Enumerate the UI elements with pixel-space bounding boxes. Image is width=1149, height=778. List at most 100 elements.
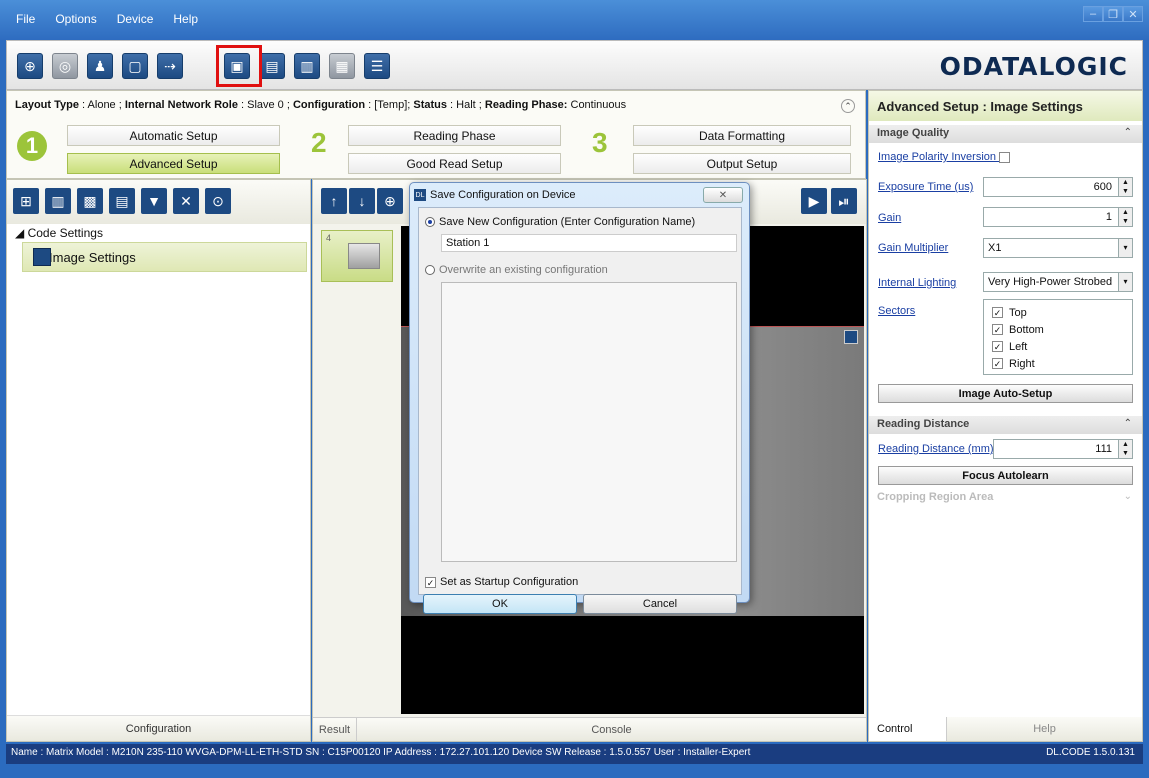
arrow-down-icon[interactable]: ↓ [349,188,375,214]
internal-lighting-select[interactable]: Very High-Power Strobed ▾ [983,272,1133,292]
tab-control[interactable]: Control [869,717,947,741]
menu-help[interactable]: Help [163,0,208,40]
exposure-input[interactable]: 600 ▲ ▼ [983,177,1133,197]
step-2-badge: 2 [311,127,327,158]
cancel-button[interactable]: Cancel [583,594,737,614]
window-controls: – ❐ ✕ [1083,6,1143,22]
spinner-icon[interactable]: ▲ ▼ [1118,440,1132,458]
spinner-icon[interactable]: ▲ ▼ [1118,208,1132,226]
reading-phase-button[interactable]: Reading Phase [348,125,561,146]
save-new-radio[interactable]: Save New Configuration (Enter Configurat… [425,216,695,228]
chevron-up-icon: ⌃ [1123,418,1132,429]
radio-selected-icon [425,217,435,227]
configuration-value: : [Temp]; [365,99,414,111]
sector-checkbox[interactable]: ✓ [992,307,1003,318]
startup-checkbox-row[interactable]: ✓ Set as Startup Configuration [425,576,578,588]
sector-label: Top [1009,306,1027,319]
tab-console[interactable]: Console [357,718,866,742]
step-3-badge: 3 [592,127,608,158]
close-icon[interactable]: ✕ [1123,6,1143,22]
app-version: DL.CODE 1.5.0.131 [1046,747,1135,758]
dialog-body: Save New Configuration (Enter Configurat… [418,207,742,614]
arrow-up-icon[interactable]: ↑ [321,188,347,214]
data-formatting-button[interactable]: Data Formatting [633,125,851,146]
reading-distance-input[interactable]: 111 ▲ ▼ [993,439,1133,459]
sector-checkbox[interactable]: ✓ [992,358,1003,369]
section-cropping-label: Cropping Region Area [877,491,994,503]
close-icon[interactable]: ✕ [703,187,743,203]
section-reading-distance[interactable]: Reading Distance ⌃ [869,416,1142,434]
gain-input[interactable]: 1 ▲ ▼ [983,207,1133,227]
sector-item[interactable]: ✓ Right [992,355,1124,372]
user-icon[interactable]: ♟ [87,53,113,79]
delete-icon[interactable]: ✕ [173,188,199,214]
tab-result[interactable]: Result [313,718,357,742]
minimize-icon[interactable]: – [1083,6,1103,22]
maximize-icon[interactable]: ❐ [1103,6,1123,22]
image-icon[interactable]: ▦ [329,53,355,79]
section-image-quality[interactable]: Image Quality ⌃ [869,125,1142,143]
step-play-icon[interactable]: ⏯ [831,188,857,214]
postal-code-icon[interactable]: ▤ [109,188,135,214]
menu-device[interactable]: Device [107,0,164,40]
tree-code-settings[interactable]: ◢ Code Settings [15,226,103,240]
layout-type-value: : Alone ; [78,99,125,111]
settings-icon[interactable]: ☰ [364,53,390,79]
tree-item-image-settings[interactable]: Image Settings [22,242,307,272]
sector-checkbox[interactable]: ✓ [992,324,1003,335]
collapse-icon[interactable]: ⌃ [841,99,855,113]
section-cropping-region[interactable]: Cropping Region Area ⌄ [869,489,1142,507]
image-auto-setup-button[interactable]: Image Auto-Setup [878,384,1133,403]
sector-item[interactable]: ✓ Top [992,304,1124,321]
filter-icon[interactable]: ▼ [141,188,167,214]
sector-label: Bottom [1009,323,1044,336]
section-reading-distance-label: Reading Distance [877,418,970,430]
datamatrix-icon[interactable]: ▩ [77,188,103,214]
target-icon[interactable]: ⊕ [17,53,43,79]
reading-distance-value: 111 [1095,443,1112,455]
window-icon[interactable]: ▢ [122,53,148,79]
zoom-in-icon[interactable]: ⊕ [377,188,403,214]
properties-title: Advanced Setup : Image Settings [869,91,1142,121]
startup-checkbox[interactable]: ✓ [425,576,436,588]
advanced-setup-button[interactable]: Advanced Setup [67,153,280,174]
send-config-icon[interactable]: ⇢ [157,53,183,79]
image-thumbnail[interactable]: 4 [321,230,393,282]
exposure-label: Exposure Time (us) [878,181,974,193]
search-device-icon[interactable]: ◎ [52,53,78,79]
gain-multiplier-select[interactable]: X1 ▾ [983,238,1133,258]
focus-autolearn-button[interactable]: Focus Autolearn [878,466,1133,485]
monitor-icon[interactable]: ▥ [294,53,320,79]
barcode-icon[interactable]: ▥ [45,188,71,214]
configuration-pane: ⊞ ▥ ▩ ▤ ▼ ✕ ⊙ ◢ Code Settings Image Sett… [6,179,311,742]
good-read-setup-button[interactable]: Good Read Setup [348,153,561,174]
configuration-footer[interactable]: Configuration [7,715,310,741]
zoom-icon[interactable]: ⊙ [205,188,231,214]
sector-checkbox[interactable]: ✓ [992,341,1003,352]
menu-file[interactable]: File [6,0,45,40]
sectors-label: Sectors [878,305,916,317]
reading-phase-label: Reading Phase: [484,99,568,111]
overwrite-radio[interactable]: Overwrite an existing configuration [425,264,608,276]
configuration-name-input[interactable]: Station 1 [441,234,737,252]
image-overlay-icon[interactable] [844,330,858,344]
tab-help[interactable]: Help [947,717,1142,741]
reading-distance-label: Reading Distance (mm) [878,443,994,455]
sector-item[interactable]: ✓ Left [992,338,1124,355]
polarity-checkbox[interactable] [999,151,1011,163]
automatic-setup-button[interactable]: Automatic Setup [67,125,280,146]
datalogic-logo: ODATALOGIC [939,52,1128,81]
reading-phase-value: Continuous [567,99,627,111]
menu-options[interactable]: Options [45,0,106,40]
internal-lighting-label: Internal Lighting [878,277,957,289]
spinner-icon[interactable]: ▲ ▼ [1118,178,1132,196]
image-footer-tabs: Result Console [313,717,866,742]
play-icon[interactable]: ▶ [801,188,827,214]
sector-item[interactable]: ✓ Bottom [992,321,1124,338]
load-config-icon[interactable]: ▤ [259,53,285,79]
existing-configurations-list[interactable] [441,282,737,562]
output-setup-button[interactable]: Output Setup [633,153,851,174]
add-icon[interactable]: ⊞ [13,188,39,214]
ok-button[interactable]: OK [423,594,577,614]
status-label: Status [413,99,447,111]
